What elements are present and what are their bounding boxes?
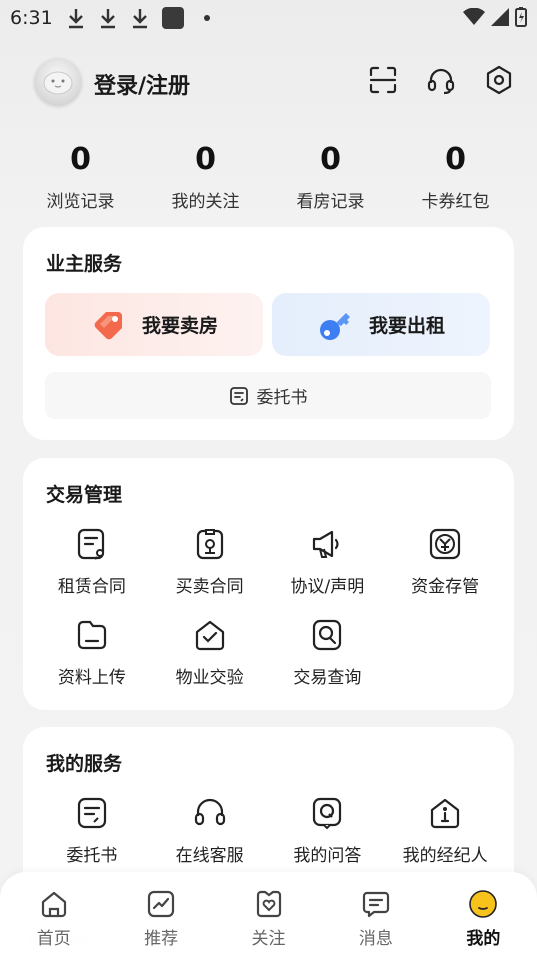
entrust-letter-label: 委托书 (256, 388, 308, 408)
download-icon (101, 9, 115, 29)
document-upload-item[interactable]: 资料上传 (33, 617, 151, 688)
headset-icon (192, 795, 228, 831)
dot-icon (204, 15, 210, 21)
grid-label: 买卖合同 (175, 577, 244, 597)
status-time: 6:31 (10, 7, 53, 29)
entrust-document-icon (74, 795, 110, 831)
nav-mine[interactable]: 我的 (430, 872, 537, 956)
document-icon (229, 386, 248, 405)
trade-management-grid: 租赁合同 买卖合同 协议/声明 资金存管 资料上传 物业交验 交易查询 (33, 526, 504, 688)
key-icon (319, 312, 350, 340)
rent-out-label: 我要出租 (368, 315, 445, 337)
headset-icon[interactable] (425, 64, 457, 96)
stat-label: 看房记录 (296, 192, 365, 212)
stat-label: 浏览记录 (46, 192, 115, 212)
nav-label: 消息 (358, 929, 393, 949)
trend-icon (145, 888, 177, 920)
rent-out-button[interactable]: 我要出租 (272, 293, 490, 356)
agreement-statement-item[interactable]: 协议/声明 (269, 526, 387, 597)
transaction-query-item[interactable]: 交易查询 (269, 617, 387, 688)
status-notification-icons (66, 7, 210, 29)
property-inspection-item[interactable]: 物业交验 (151, 617, 269, 688)
grid-label: 我的经纪人 (402, 846, 488, 866)
nav-label: 我的 (466, 929, 501, 949)
signal-icon (491, 8, 509, 26)
trade-management-card: 交易管理 租赁合同 买卖合同 协议/声明 资金存管 资料上传 物业交验 交易查询 (23, 458, 514, 710)
my-agent-item[interactable]: 我的经纪人 (386, 795, 504, 866)
my-services-grid: 委托书 在线客服 我的问答 我的经纪人 (33, 795, 504, 866)
nav-messages[interactable]: 消息 (322, 872, 429, 956)
stat-viewing-history[interactable]: 0 看房记录 (268, 142, 393, 213)
sell-house-button[interactable]: 我要卖房 (45, 293, 263, 356)
sale-contract-icon (192, 526, 228, 562)
grid-label: 我的问答 (293, 846, 362, 866)
nav-label: 关注 (251, 929, 286, 949)
grid-label: 协议/声明 (290, 577, 365, 597)
stat-value: 0 (70, 142, 91, 177)
stat-value: 0 (445, 142, 466, 177)
stat-my-follows[interactable]: 0 我的关注 (143, 142, 268, 213)
stat-value: 0 (195, 142, 216, 177)
nav-recommend[interactable]: 推荐 (107, 872, 214, 956)
download-icon (69, 9, 83, 29)
nav-label: 首页 (36, 929, 71, 949)
agent-house-icon (427, 795, 463, 831)
house-check-icon (192, 617, 228, 653)
online-support-item[interactable]: 在线客服 (151, 795, 269, 866)
grid-label: 物业交验 (175, 668, 244, 688)
settings-icon[interactable] (483, 64, 515, 96)
nav-home[interactable]: 首页 (0, 872, 107, 956)
bottom-nav: 首页 推荐 关注 消息 我的 (0, 872, 537, 956)
status-system-icons (463, 7, 527, 27)
wifi-icon (463, 8, 485, 25)
folder-upload-icon (74, 617, 110, 653)
message-icon (360, 888, 392, 920)
lease-contract-icon (74, 526, 110, 562)
grid-label: 委托书 (66, 846, 118, 866)
status-bar: 6:31 (0, 0, 537, 36)
avatar[interactable] (34, 58, 82, 106)
avatar-face-icon (43, 71, 73, 95)
price-tag-icon (94, 311, 122, 339)
stat-browse-history[interactable]: 0 浏览记录 (18, 142, 143, 213)
entrust-letter-item[interactable]: 委托书 (33, 795, 151, 866)
stat-label: 卡券红包 (421, 192, 490, 212)
lease-contract-item[interactable]: 租赁合同 (33, 526, 151, 597)
entrust-letter-button[interactable]: 委托书 (45, 372, 491, 419)
sale-contract-item[interactable]: 买卖合同 (151, 526, 269, 597)
grid-label: 资金存管 (411, 577, 480, 597)
stats-row: 0 浏览记录 0 我的关注 0 看房记录 0 卡券红包 (18, 142, 518, 213)
scan-icon[interactable] (367, 64, 399, 96)
profile-face-icon (467, 888, 499, 920)
login-register-link[interactable]: 登录/注册 (94, 68, 190, 100)
profile-header: 登录/注册 (34, 58, 515, 108)
grid-label: 交易查询 (293, 668, 362, 688)
fund-custody-item[interactable]: 资金存管 (386, 526, 504, 597)
fund-custody-icon (427, 526, 463, 562)
stat-value: 0 (320, 142, 341, 177)
app-square-icon (162, 7, 184, 29)
section-title: 业主服务 (46, 253, 123, 275)
grid-label: 租赁合同 (57, 577, 126, 597)
owner-service-card: 业主服务 我要卖房 我要出租 委托书 (23, 227, 514, 440)
nav-label: 推荐 (144, 929, 179, 949)
nav-follow[interactable]: 关注 (215, 872, 322, 956)
home-icon (38, 888, 70, 920)
grid-label: 资料上传 (57, 668, 126, 688)
my-qa-item[interactable]: 我的问答 (269, 795, 387, 866)
section-title: 交易管理 (46, 484, 123, 506)
grid-label: 在线客服 (175, 846, 244, 866)
search-document-icon (309, 617, 345, 653)
download-icon (133, 9, 147, 29)
stat-coupons[interactable]: 0 卡券红包 (393, 142, 518, 213)
stat-label: 我的关注 (171, 192, 240, 212)
battery-icon (515, 7, 527, 27)
heart-house-icon (253, 888, 285, 920)
qa-icon (309, 795, 345, 831)
sell-house-label: 我要卖房 (141, 315, 218, 337)
section-title: 我的服务 (46, 753, 123, 775)
header-actions (367, 64, 515, 96)
megaphone-icon (309, 526, 345, 562)
